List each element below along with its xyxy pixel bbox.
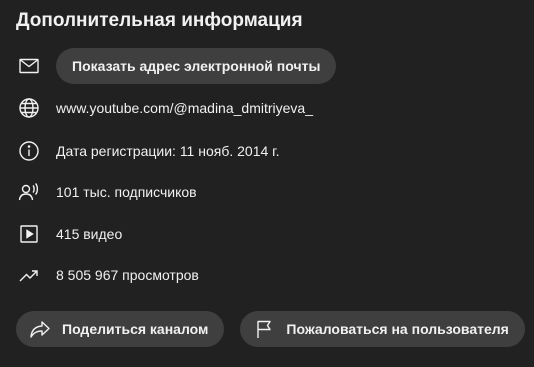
trending-icon	[16, 262, 42, 288]
about-panel: Дополнительная информация Показать адрес…	[0, 0, 534, 367]
share-icon	[28, 317, 52, 341]
joined-row: Дата регистрации: 11 нояб. 2014 г.	[16, 137, 526, 165]
joined-date-text: Дата регистрации: 11 нояб. 2014 г.	[56, 143, 280, 159]
url-row: www.youtube.com/@madina_dmitriyeva_	[16, 94, 526, 122]
videos-row: 415 видео	[16, 220, 526, 248]
report-user-button[interactable]: Пожаловаться на пользователя	[240, 311, 525, 347]
globe-icon	[16, 95, 42, 121]
view-count-text: 8 505 967 просмотров	[56, 267, 199, 283]
email-row: Показать адрес электронной почты	[16, 48, 526, 84]
flag-icon	[252, 317, 276, 341]
share-channel-button[interactable]: Поделиться каналом	[16, 311, 225, 347]
video-count-text: 415 видео	[56, 226, 123, 242]
mail-icon	[16, 53, 42, 79]
video-icon	[16, 221, 42, 247]
action-buttons: Поделиться каналом Пожаловаться на польз…	[16, 311, 525, 347]
subscribers-icon	[16, 179, 42, 205]
show-email-button[interactable]: Показать адрес электронной почты	[56, 48, 337, 84]
channel-url-link[interactable]: www.youtube.com/@madina_dmitriyeva_	[56, 100, 313, 116]
share-button-label: Поделиться каналом	[62, 321, 209, 337]
report-button-label: Пожаловаться на пользователя	[286, 321, 509, 337]
section-heading: Дополнительная информация	[16, 10, 303, 31]
views-row: 8 505 967 просмотров	[16, 261, 526, 289]
subscribers-row: 101 тыс. подписчиков	[16, 178, 526, 206]
info-icon	[16, 138, 42, 164]
subscribers-count-text: 101 тыс. подписчиков	[56, 184, 197, 200]
